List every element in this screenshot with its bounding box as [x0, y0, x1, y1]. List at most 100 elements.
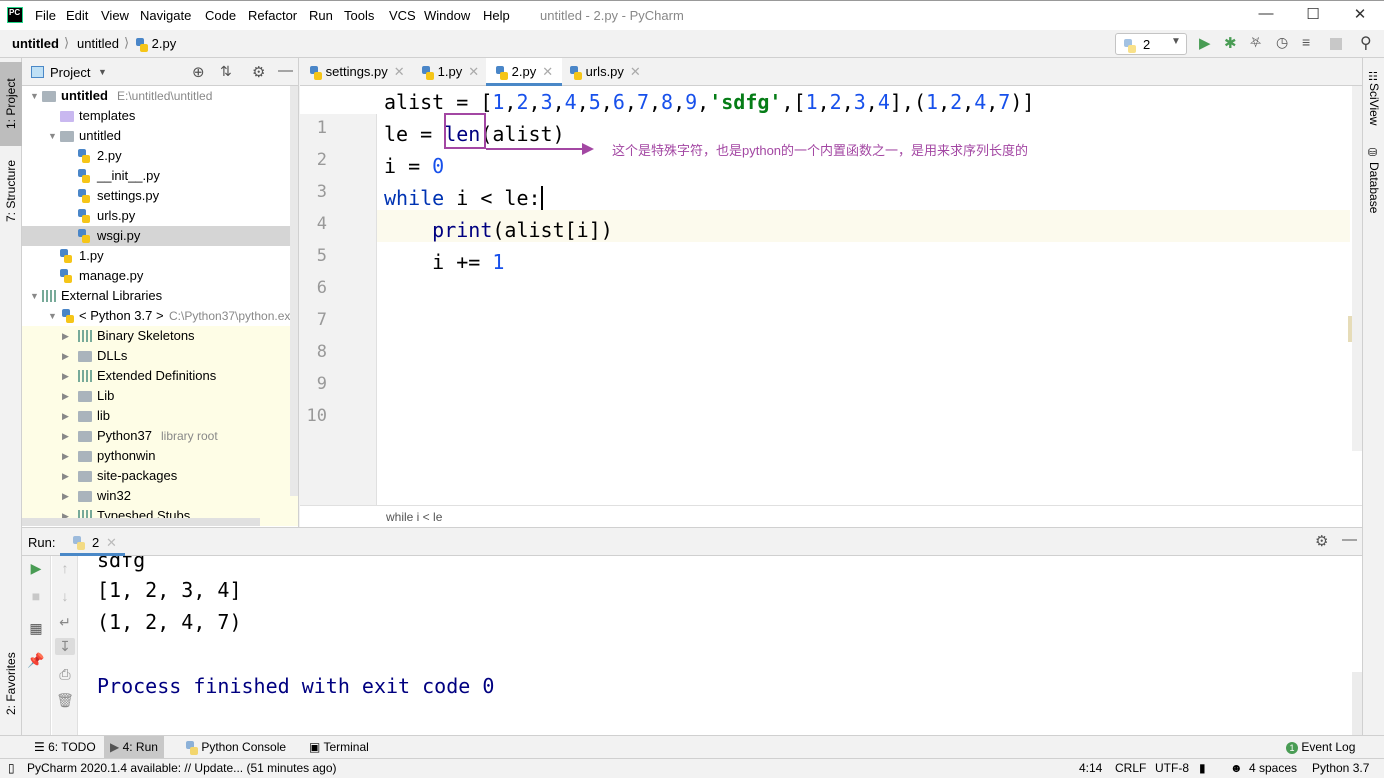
menu-vcs[interactable]: VCS [389, 8, 416, 23]
chevron-right-icon[interactable]: ▶ [62, 426, 69, 446]
caret-position[interactable]: 4:14 [1079, 761, 1102, 775]
rerun-icon[interactable]: ▶ [26, 560, 46, 577]
tool-window-sciview[interactable]: SciView [1363, 82, 1384, 127]
tool-window-favorites[interactable]: 2: Favorites [0, 643, 22, 725]
tool-window-database[interactable]: Database [1363, 160, 1384, 215]
tree-item[interactable]: ▶ Lib [22, 386, 298, 406]
update-notification[interactable]: PyCharm 2020.1.4 available: // Update...… [27, 761, 337, 775]
trash-icon[interactable]: 🗑 [55, 692, 75, 709]
close-tab-icon[interactable]: ✕ [630, 64, 641, 79]
tab-run[interactable]: ▶ 4: Run [104, 736, 164, 759]
tree-item[interactable]: ▶ Binary Skeletons [22, 326, 298, 346]
gear-icon[interactable]: ⚙ [252, 63, 265, 81]
menu-help[interactable]: Help [483, 8, 510, 23]
pin-icon[interactable]: 📌 [26, 652, 46, 669]
collapse-all-icon[interactable]: ⇅ [220, 63, 232, 80]
coverage-icon[interactable]: ⛧ [1250, 34, 1261, 51]
layout-icon[interactable]: ▦ [26, 620, 46, 637]
chevron-right-icon[interactable]: ▶ [62, 446, 69, 466]
locate-icon[interactable]: ⊕ [192, 63, 205, 81]
chevron-right-icon[interactable]: ▶ [62, 486, 69, 506]
chevron-right-icon[interactable]: ▶ [62, 466, 69, 486]
stop-icon[interactable]: ■ [26, 588, 46, 604]
menu-window[interactable]: Window [424, 8, 470, 23]
stop-icon[interactable] [1330, 38, 1342, 50]
tree-item[interactable]: ▶ Extended Definitions [22, 366, 298, 386]
tree-horizontal-scrollbar[interactable] [22, 518, 260, 526]
close-tab-icon[interactable]: ✕ [394, 64, 405, 79]
arrow-up-icon[interactable]: ↑ [55, 560, 75, 576]
tree-item[interactable]: ▶ DLLs [22, 346, 298, 366]
menu-view[interactable]: View [101, 8, 129, 23]
run-console-output[interactable]: sdfg [1, 2, 3, 4] (1, 2, 4, 7) Process f… [78, 556, 1362, 736]
chevron-right-icon[interactable]: ▶ [62, 346, 69, 366]
breadcrumb-folder[interactable]: untitled [77, 36, 119, 51]
run-tab[interactable]: 2 ✕ [60, 528, 125, 556]
search-icon[interactable]: ⚲ [1360, 33, 1372, 53]
tree-scrollbar[interactable] [290, 86, 298, 496]
tab-2-py[interactable]: 2.py ✕ [486, 58, 562, 86]
chevron-right-icon[interactable]: ▶ [62, 326, 69, 346]
tree-item[interactable]: 1.py [22, 246, 298, 266]
menu-refactor[interactable]: Refactor [248, 8, 297, 23]
chevron-down-icon[interactable]: ▼ [48, 306, 57, 326]
chevron-down-icon[interactable]: ▼ [48, 126, 57, 146]
tree-item[interactable]: ▼ External Libraries [22, 286, 298, 306]
tree-item[interactable]: __init__.py [22, 166, 298, 186]
indent-setting[interactable]: 4 spaces [1249, 761, 1297, 775]
tab-urls-py[interactable]: urls.py ✕ [560, 58, 646, 86]
tree-item[interactable]: ▶ Python37 library root [22, 426, 298, 446]
tree-item[interactable]: wsgi.py [22, 226, 298, 246]
tab-todo[interactable]: ☰ 6: TODO [28, 736, 102, 759]
breadcrumb-while[interactable]: while i < le [386, 510, 442, 524]
file-encoding[interactable]: UTF-8 [1155, 761, 1189, 775]
tree-item[interactable]: ▶ pythonwin [22, 446, 298, 466]
chevron-down-icon[interactable]: ▼ [30, 86, 39, 106]
hide-icon[interactable]: — [1342, 531, 1357, 548]
close-tab-icon[interactable]: ✕ [106, 535, 117, 551]
menu-edit[interactable]: Edit [66, 8, 88, 23]
close-tab-icon[interactable]: ✕ [542, 64, 553, 79]
tree-item[interactable]: ▶ win32 [22, 486, 298, 506]
tree-item[interactable]: manage.py [22, 266, 298, 286]
tab-1-py[interactable]: 1.py ✕ [412, 58, 484, 86]
chevron-down-icon[interactable]: ▼ [98, 67, 107, 77]
tree-item[interactable]: ▼ untitled E:\untitled\untitled [22, 86, 298, 106]
interpreter-setting[interactable]: Python 3.7 [1312, 761, 1369, 775]
line-separator[interactable]: CRLF [1115, 761, 1146, 775]
tree-item[interactable]: 2.py [22, 146, 298, 166]
run-icon[interactable]: ▶ [1199, 34, 1211, 52]
inspector-icon[interactable]: ☻ [1230, 761, 1243, 775]
maximize-button[interactable]: ☐ [1303, 5, 1323, 23]
menu-tools[interactable]: Tools [344, 8, 374, 23]
chevron-right-icon[interactable]: ▶ [62, 366, 69, 386]
tree-item[interactable]: ▶ lib [22, 406, 298, 426]
status-toggle-icon[interactable]: ▯ [8, 761, 15, 775]
print-icon[interactable]: ⎙ [55, 666, 75, 683]
hide-icon[interactable]: — [278, 62, 293, 79]
chevron-right-icon[interactable]: ▶ [62, 386, 69, 406]
debug-icon[interactable]: ✱ [1224, 34, 1237, 52]
tree-item[interactable]: templates [22, 106, 298, 126]
menu-run[interactable]: Run [309, 8, 333, 23]
tab-settings-py[interactable]: settings.py ✕ [300, 58, 410, 86]
editor-scrollbar[interactable] [1352, 86, 1362, 451]
tree-item[interactable]: ▶ site-packages [22, 466, 298, 486]
tab-python-console[interactable]: Python Console [180, 736, 292, 759]
scroll-to-end-icon[interactable]: ↧ [55, 638, 75, 655]
tree-item[interactable]: urls.py [22, 206, 298, 226]
close-button[interactable]: ✕ [1350, 5, 1370, 23]
tree-item[interactable]: settings.py [22, 186, 298, 206]
close-tab-icon[interactable]: ✕ [468, 64, 479, 79]
tree-item[interactable]: ▼ untitled [22, 126, 298, 146]
event-log-button[interactable]: 1 Event Log [1280, 736, 1361, 759]
tree-item[interactable]: ▼ < Python 3.7 > C:\Python37\python.exe [22, 306, 298, 326]
soft-wrap-icon[interactable]: ↵ [55, 614, 75, 631]
project-view-select[interactable]: Project [50, 65, 90, 80]
tab-terminal[interactable]: ▣ Terminal [303, 736, 375, 759]
code-area[interactable]: 1 2 3 4 5 6 7 8 9 10 alist = [1,2,3,4,5,6,7,8,9,'… [300, 86, 1362, 533]
tool-window-structure[interactable]: 7: Structure [0, 150, 22, 232]
menu-navigate[interactable]: Navigate [140, 8, 191, 23]
tool-window-project[interactable]: 1: Project [0, 62, 22, 146]
concurrency-icon[interactable]: ≡ [1302, 34, 1310, 50]
